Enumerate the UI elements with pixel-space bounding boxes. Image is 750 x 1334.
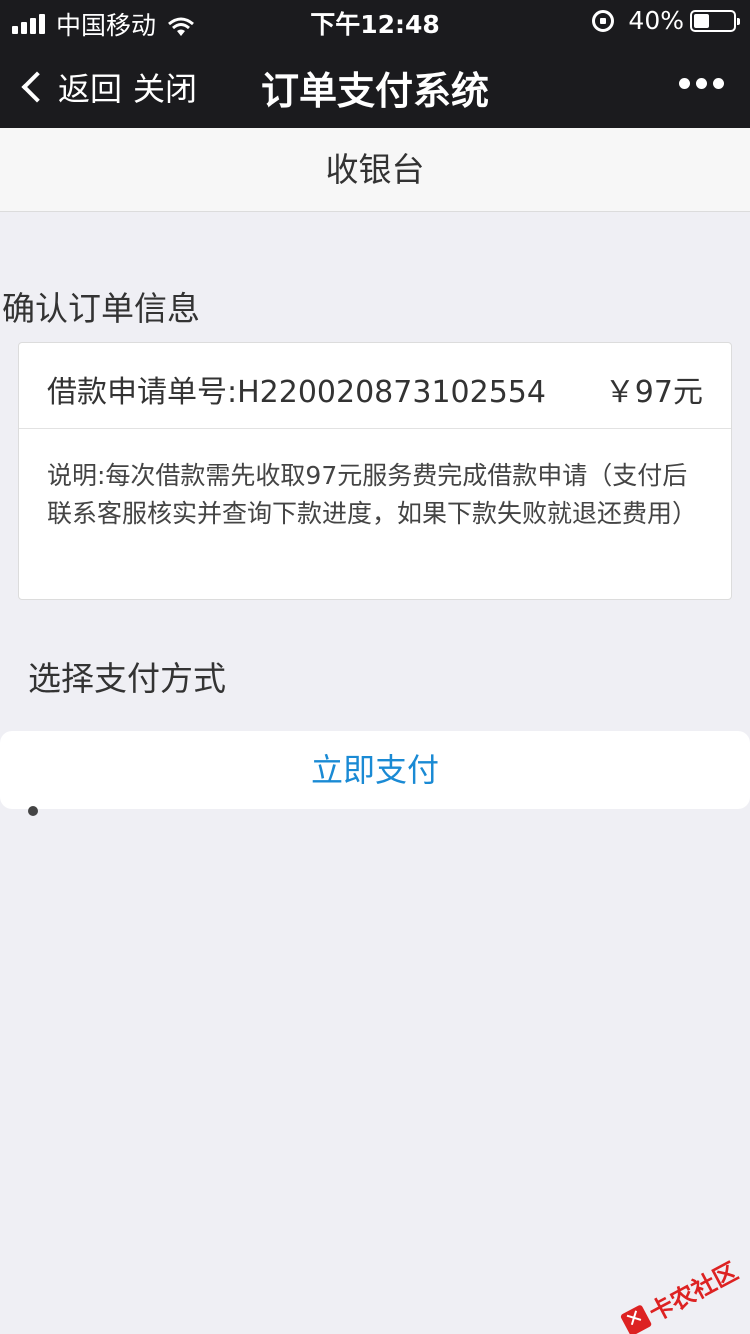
dot-marker xyxy=(28,806,38,816)
order-section-title: 确认订单信息 xyxy=(2,289,200,328)
order-row: 借款申请单号:H220020873102554 ￥97元 xyxy=(19,343,731,429)
close-button[interactable]: 关闭 xyxy=(133,64,197,110)
watermark-text: 卡农社区 xyxy=(644,1257,743,1328)
battery-icon xyxy=(690,9,740,32)
watermark: 卡农社区 xyxy=(617,1252,743,1334)
battery-percent: 40% xyxy=(628,6,684,35)
nav-bar: 返回 关闭 订单支付系统 xyxy=(0,40,750,128)
order-description: 说明:每次借款需先收取97元服务费完成借款申请（支付后联系客服核实并查询下款进度… xyxy=(47,461,698,528)
order-amount: ￥97元 xyxy=(604,375,703,410)
order-card: 借款申请单号:H220020873102554 ￥97元 说明:每次借款需先收取… xyxy=(18,342,732,600)
status-bar: 中国移动 下午12:48 40% xyxy=(0,0,750,40)
back-button[interactable]: 返回 xyxy=(20,64,122,110)
status-right: 40% xyxy=(592,6,740,35)
pay-now-button[interactable]: 立即支付 xyxy=(0,731,750,809)
order-number: 借款申请单号:H220020873102554 xyxy=(47,375,546,410)
chevron-left-icon xyxy=(21,71,53,103)
more-dots-icon[interactable] xyxy=(673,78,724,89)
cashier-header: 收银台 xyxy=(0,128,750,212)
back-label: 返回 xyxy=(58,70,123,108)
battery-fill xyxy=(694,13,710,28)
payment-section-title: 选择支付方式 xyxy=(28,659,226,698)
rotation-lock-icon xyxy=(592,9,615,32)
